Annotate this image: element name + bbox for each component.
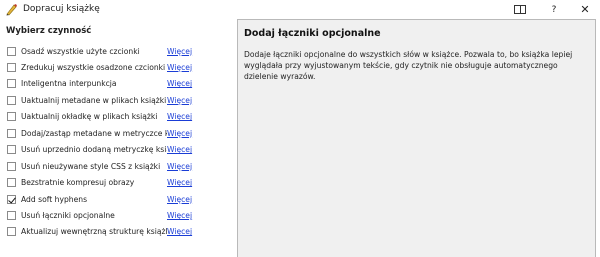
more-link[interactable]: Więcej xyxy=(167,47,192,56)
action-row[interactable]: Bezstratnie kompresuj obrazy Więcej xyxy=(7,175,227,191)
action-checkbox[interactable] xyxy=(7,62,16,72)
action-label: Usuń nieużywane style CSS z książki xyxy=(21,161,161,171)
more-link[interactable]: Więcej xyxy=(167,211,192,220)
action-label: Aktualizuj wewnętrzną strukturę książki xyxy=(21,227,167,237)
more-link[interactable]: Więcej xyxy=(167,96,192,105)
action-checkbox[interactable] xyxy=(7,194,16,204)
action-checkbox[interactable] xyxy=(7,161,16,171)
help-panel: Dodaj łączniki opcjonalne Dodaje łącznik… xyxy=(237,19,596,257)
layout-icon xyxy=(514,5,526,14)
more-link[interactable]: Więcej xyxy=(167,178,192,187)
action-label: Dodaj/zastąp metadane w metryczce książk… xyxy=(21,128,167,138)
app-icon xyxy=(6,4,17,16)
more-link[interactable]: Więcej xyxy=(167,63,192,72)
action-row[interactable]: Dodaj/zastąp metadane w metryczce książk… xyxy=(7,125,227,141)
action-label: Usuń uprzednio dodaną metryczkę książki xyxy=(21,145,167,155)
section-title: Wybierz czynność xyxy=(6,26,92,36)
action-row[interactable]: Inteligentna interpunkcja Więcej xyxy=(7,76,227,92)
toggle-layout-button[interactable] xyxy=(505,0,535,19)
help-text: Dodaje łączniki opcjonalne do wszystkich… xyxy=(244,50,573,81)
action-row[interactable]: Aktualizuj wewnętrzną strukturę książki W… xyxy=(7,224,227,240)
action-label: Uaktualnij okładkę w plikach książki xyxy=(21,112,158,122)
more-link[interactable]: Więcej xyxy=(167,162,192,171)
action-checkbox[interactable] xyxy=(7,145,16,155)
more-link[interactable]: Więcej xyxy=(167,195,192,204)
more-link[interactable]: Więcej xyxy=(167,112,192,121)
help-title: Dodaj łączniki opcjonalne xyxy=(244,28,381,39)
action-label: Bezstratnie kompresuj obrazy xyxy=(21,178,135,188)
close-button[interactable]: ✕ xyxy=(570,0,600,19)
action-checkbox[interactable] xyxy=(7,211,16,220)
action-row[interactable]: Usuń nieużywane style CSS z książki Więce… xyxy=(7,158,227,174)
action-checkbox[interactable] xyxy=(7,46,16,56)
action-row[interactable]: Uaktualnij metadane w plikach książki Wię… xyxy=(7,92,227,108)
action-label: Osadź wszystkie użyte czcionki xyxy=(21,46,140,56)
action-label: Zredukuj wszystkie osadzone czcionki xyxy=(21,62,166,72)
more-link[interactable]: Więcej xyxy=(167,227,192,236)
action-label: Add soft hyphens xyxy=(21,194,88,204)
action-checkbox[interactable] xyxy=(7,79,16,89)
action-checkbox[interactable] xyxy=(7,128,16,138)
window-title: Dopracuj książkę xyxy=(23,4,100,14)
more-link[interactable]: Więcej xyxy=(167,79,192,88)
help-button[interactable]: ? xyxy=(539,0,569,19)
action-checkbox[interactable] xyxy=(7,178,16,188)
action-checkbox[interactable] xyxy=(7,112,16,122)
action-checkbox[interactable] xyxy=(7,227,16,237)
more-link[interactable]: Więcej xyxy=(167,145,192,154)
action-row[interactable]: Zredukuj wszystkie osadzone czcionki Więc… xyxy=(7,59,227,75)
action-label: Inteligentna interpunkcja xyxy=(21,79,117,89)
action-row[interactable]: Osadź wszystkie użyte czcionki Więcej xyxy=(7,43,227,59)
title-bar: Dopracuj książkę ? ✕ xyxy=(0,0,600,19)
action-row[interactable]: Uaktualnij okładkę w plikach książki Więc… xyxy=(7,109,227,125)
action-row[interactable]: Add soft hyphens Więcej xyxy=(7,191,227,207)
action-label: Usuń łączniki opcjonalne xyxy=(21,211,115,220)
action-row[interactable]: Usuń uprzednio dodaną metryczkę książki W… xyxy=(7,142,227,158)
action-checkbox[interactable] xyxy=(7,95,16,105)
action-row[interactable]: Usuń łączniki opcjonalne Więcej xyxy=(7,208,227,224)
action-label: Uaktualnij metadane w plikach książki xyxy=(21,95,167,105)
more-link[interactable]: Więcej xyxy=(167,129,192,138)
actions-panel: Wybierz czynność Osadź wszystkie użyte c… xyxy=(0,19,228,257)
